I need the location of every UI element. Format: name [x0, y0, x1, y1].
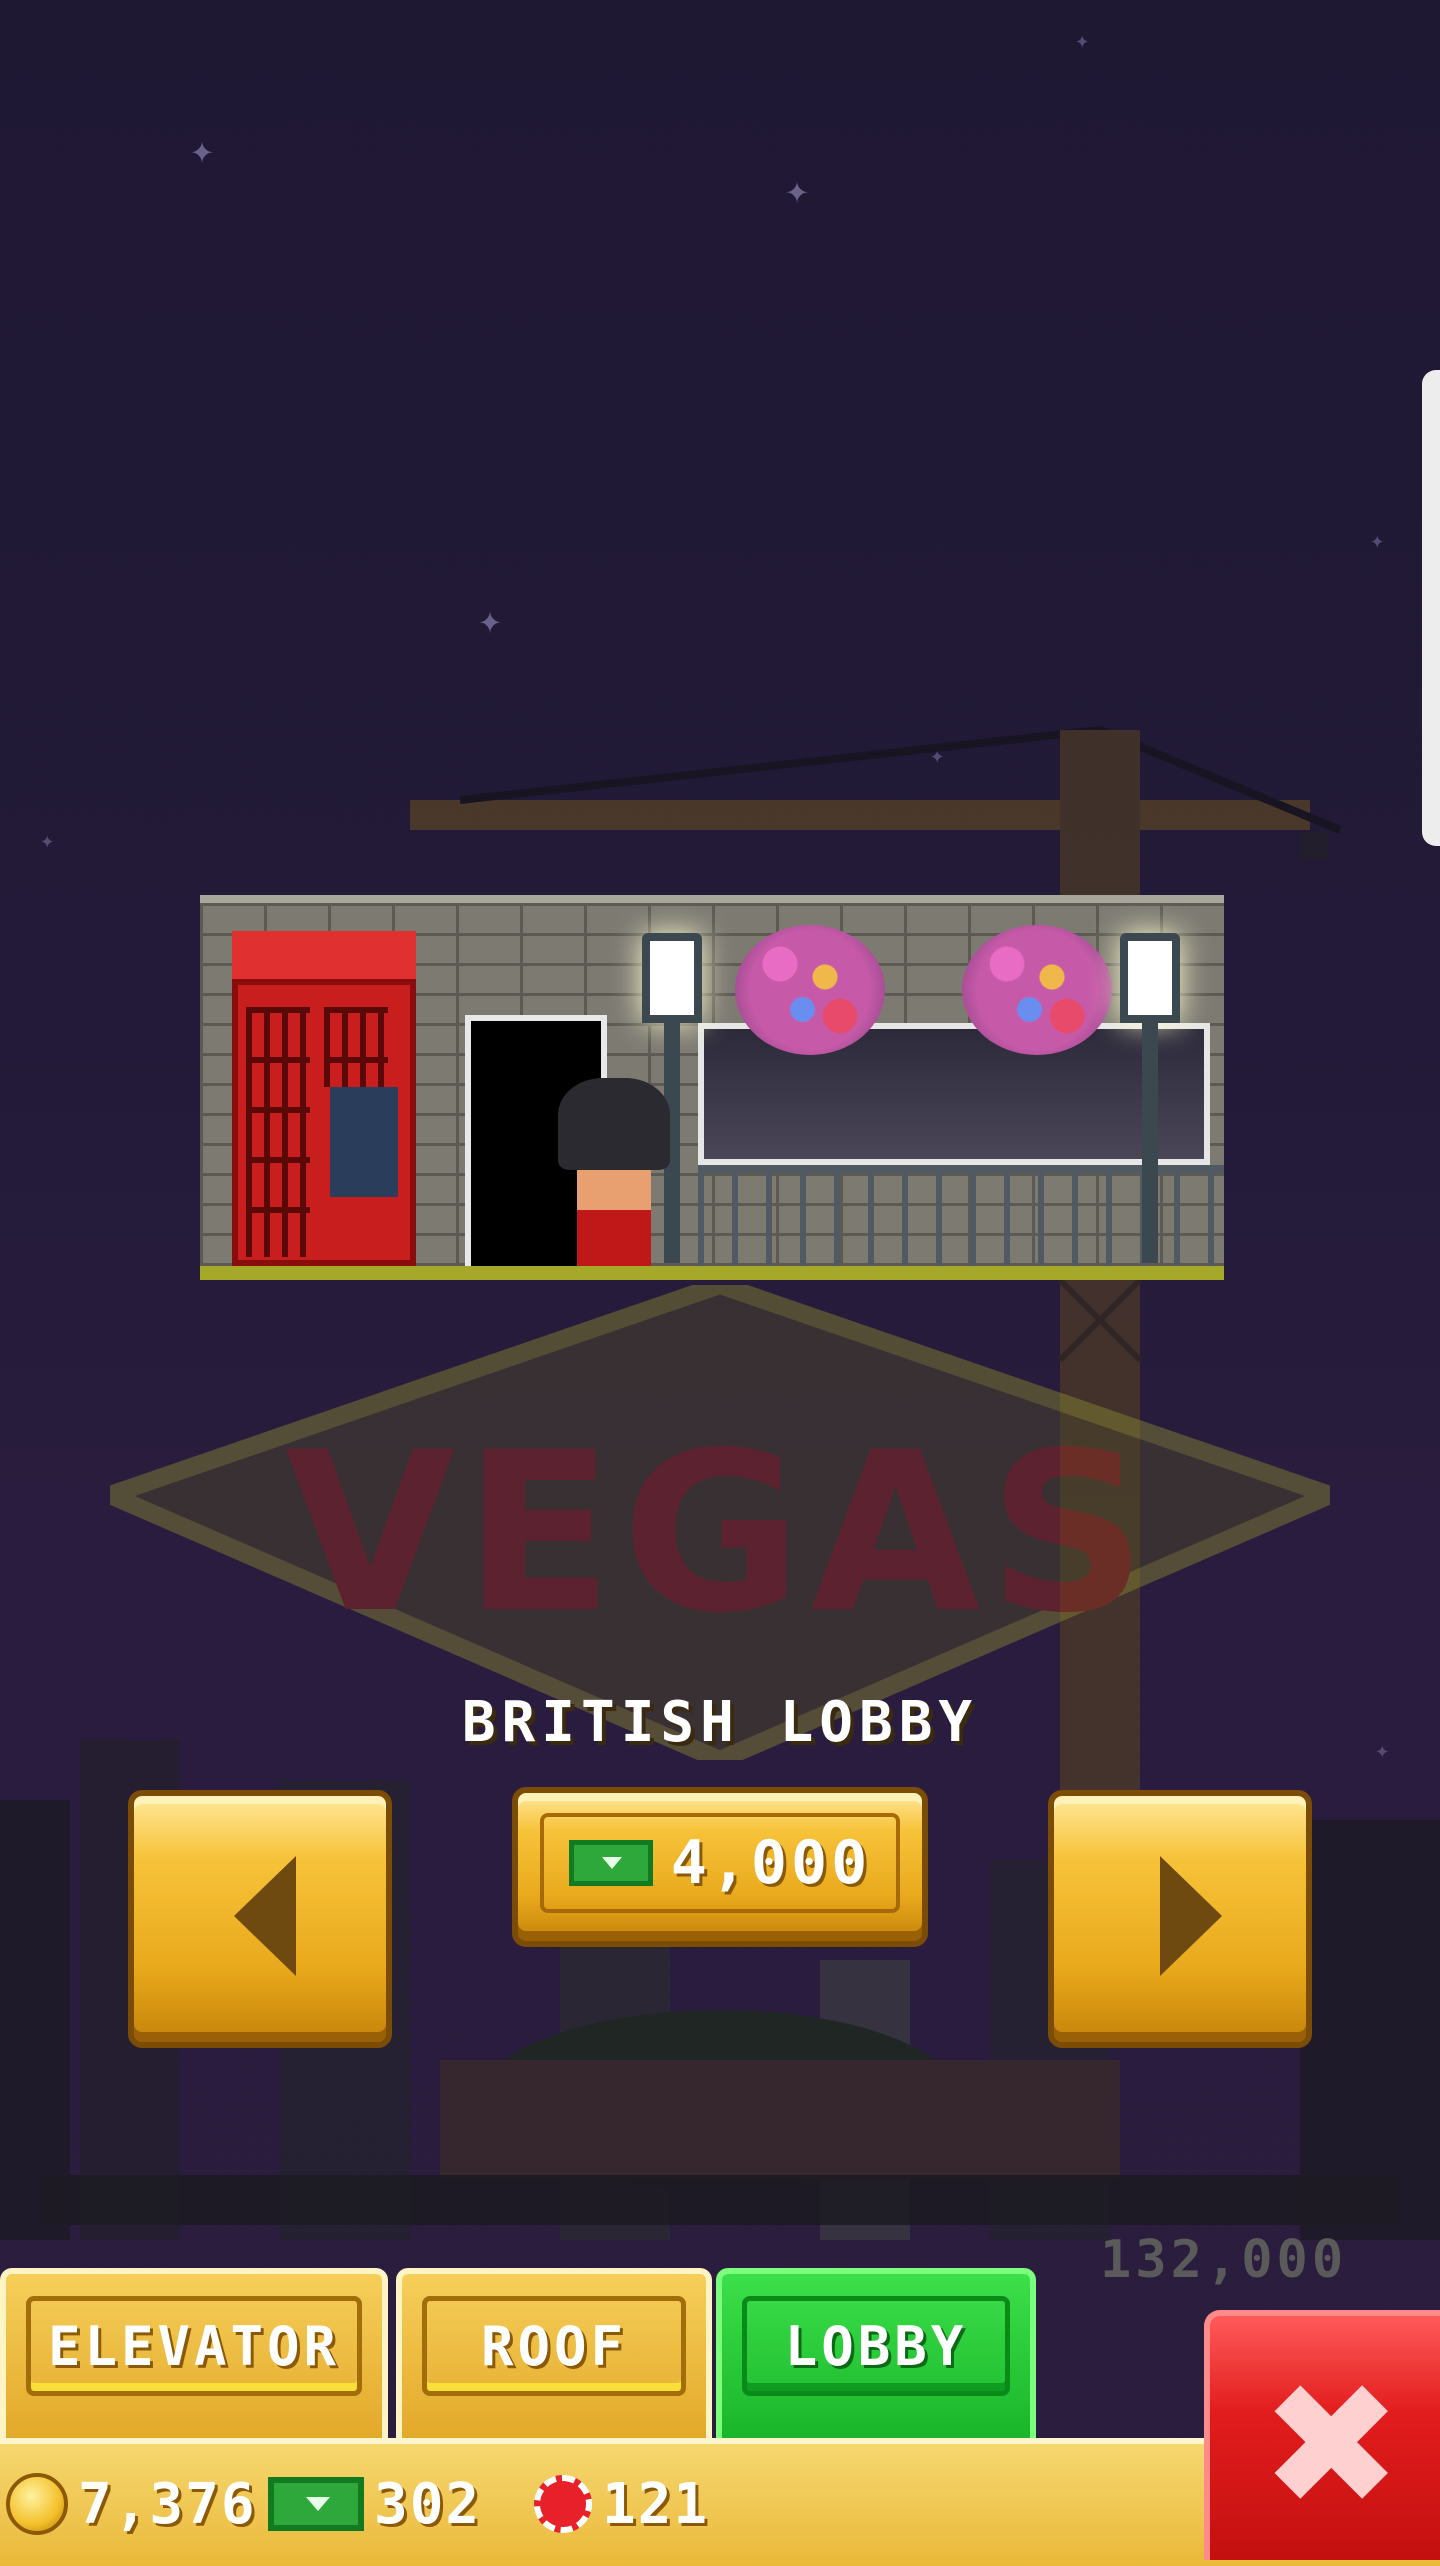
tab-roof[interactable]: ROOF	[396, 2268, 712, 2438]
phone-booth	[232, 931, 416, 1266]
flower-basket	[962, 925, 1112, 1055]
bux-stat: 302	[268, 2464, 481, 2544]
coins-value: 7,376	[78, 2471, 257, 2537]
star-decoration: ✦	[190, 127, 215, 173]
tower-bux-icon	[268, 2477, 364, 2531]
bitizen-guard-character	[558, 1078, 670, 1266]
background-floor-value: 132,000	[1100, 2230, 1348, 2290]
bux-value: 302	[374, 2471, 482, 2537]
star-decoration: ✦	[1075, 26, 1090, 54]
chips-value: 121	[602, 2471, 710, 2537]
tower-bux-icon	[568, 1840, 653, 1886]
close-icon: ✖	[1260, 2347, 1403, 2545]
chips-stat: 121	[534, 2464, 709, 2544]
room-preview	[200, 895, 1224, 1280]
room-price: 4,000	[670, 1828, 872, 1898]
star-decoration: ✦	[40, 826, 55, 854]
close-button[interactable]: ✖	[1204, 2310, 1440, 2560]
side-panel-handle[interactable]	[1422, 370, 1440, 846]
previous-room-button[interactable]	[128, 1790, 392, 2048]
floor-strip-background	[40, 2175, 1400, 2225]
next-room-button[interactable]	[1048, 1790, 1312, 2048]
arrow-right-icon	[1160, 1856, 1222, 1976]
tab-elevator-label: ELEVATOR	[26, 2296, 362, 2396]
room-title: BRITISH LOBBY	[461, 1690, 979, 1755]
arrow-left-icon	[234, 1856, 296, 1976]
street-lamp	[1120, 933, 1180, 1263]
buy-room-button[interactable]: 4,000	[512, 1787, 928, 1947]
star-decoration: ✦	[478, 597, 503, 643]
star-decoration: ✦	[785, 167, 810, 213]
star-decoration: ✦	[1370, 526, 1385, 554]
coin-icon	[6, 2473, 68, 2535]
coins-stat: 7,376	[6, 2464, 257, 2544]
tab-lobby-label: LOBBY	[742, 2296, 1010, 2396]
casino-chip-icon	[534, 2475, 592, 2533]
flower-basket	[735, 925, 885, 1055]
vegas-sign-text: VEGAS	[285, 1405, 1155, 1661]
vegas-sign-background: VEGAS	[85, 1275, 1355, 1770]
tab-elevator[interactable]: ELEVATOR	[0, 2268, 388, 2438]
tab-roof-label: ROOF	[422, 2296, 686, 2396]
tab-lobby[interactable]: LOBBY	[716, 2268, 1036, 2438]
